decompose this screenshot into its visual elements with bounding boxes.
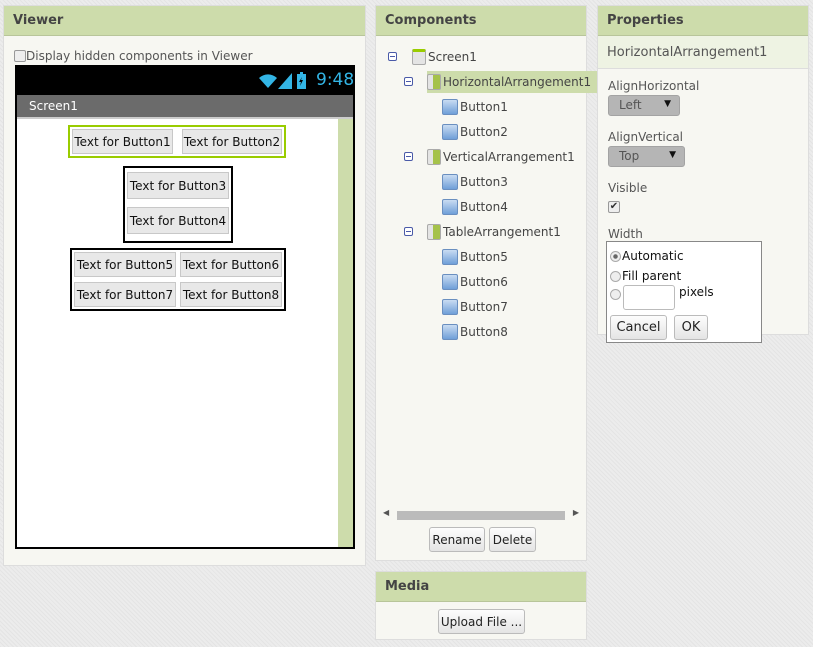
display-hidden-row: Display hidden components in Viewer	[14, 49, 253, 63]
tree-item[interactable]: Button3	[442, 171, 508, 193]
dropdown-arrow-icon: ▼	[664, 99, 671, 109]
align-vertical-value: Top	[619, 149, 640, 163]
screen-title: Screen1	[29, 99, 78, 113]
tree-item[interactable]: VerticalArrangement1	[427, 146, 575, 168]
components-panel: Components Screen1 HorizontalArrangement1…	[375, 5, 598, 561]
viewer-scrollbar[interactable]	[338, 119, 353, 547]
button5[interactable]: Text for Button5	[74, 252, 176, 277]
button2[interactable]: Text for Button2	[182, 129, 282, 154]
tree-item-label: TableArrangement1	[443, 225, 561, 239]
visible-checkbox[interactable]: ✔	[608, 201, 620, 213]
tree-item[interactable]: Button7	[442, 296, 508, 318]
align-horizontal-label: AlignHorizontal	[608, 79, 700, 93]
automatic-radio[interactable]	[610, 251, 621, 262]
width-popup: Automatic Fill parent pixels Cancel OK	[606, 241, 762, 343]
properties-header: Properties	[598, 6, 808, 36]
selected-component-name: HorizontalArrangement1	[598, 36, 808, 69]
fill-parent-option[interactable]: Fill parent	[610, 269, 681, 283]
visible-label: Visible	[608, 181, 648, 195]
tree-item[interactable]: Button8	[442, 321, 508, 343]
vertical-arrangement-icon	[427, 149, 441, 165]
status-bar: 9:48	[17, 67, 355, 95]
tree-item[interactable]: Button6	[442, 271, 508, 293]
viewer-header: Viewer	[4, 6, 365, 36]
horizontal-arrangement-icon	[427, 74, 441, 90]
tree-item[interactable]: Button4	[442, 196, 508, 218]
tree-item[interactable]: Button1	[442, 96, 508, 118]
tree-item[interactable]: Button5	[442, 246, 508, 268]
button-icon	[442, 199, 458, 215]
signal-icon	[278, 73, 292, 89]
align-horizontal-dropdown[interactable]: Left ▼	[608, 95, 680, 116]
components-header: Components	[376, 6, 586, 36]
tree-item-label: Button4	[460, 200, 508, 214]
screen-icon	[412, 49, 426, 65]
ok-button[interactable]: OK	[674, 315, 708, 340]
tree-scrollbar[interactable]: ◀ ▶	[383, 508, 579, 521]
status-time: 9:48	[316, 70, 355, 90]
tree-item-label: Button7	[460, 300, 508, 314]
media-panel: Media Upload File ...	[375, 571, 587, 640]
viewer-panel: Viewer Display hidden components in View…	[3, 5, 366, 566]
button4[interactable]: Text for Button4	[127, 207, 229, 234]
align-vertical-dropdown[interactable]: Top ▼	[608, 146, 685, 167]
phone-preview: 9:48 Screen1 Text for Button1 Text for B…	[15, 65, 355, 549]
screen-title-bar: Screen1	[17, 95, 353, 119]
fill-parent-label: Fill parent	[622, 269, 682, 283]
dropdown-arrow-icon: ▼	[669, 150, 676, 160]
button-icon	[442, 324, 458, 340]
rename-button[interactable]: Rename	[429, 527, 485, 552]
upload-file-button[interactable]: Upload File ...	[438, 609, 525, 634]
automatic-label: Automatic	[622, 249, 684, 263]
collapse-icon[interactable]	[404, 227, 413, 236]
button-icon	[442, 99, 458, 115]
tree-item[interactable]: HorizontalArrangement1	[427, 71, 598, 93]
scroll-thumb[interactable]	[397, 511, 565, 520]
wifi-icon	[259, 74, 277, 88]
scroll-left-icon[interactable]: ◀	[383, 508, 389, 517]
tree-item-label: Button8	[460, 325, 508, 339]
button3[interactable]: Text for Button3	[127, 172, 229, 199]
table-arrangement-icon	[427, 224, 441, 240]
button-icon	[442, 299, 458, 315]
tree-item-label: Button3	[460, 175, 508, 189]
button-icon	[442, 274, 458, 290]
automatic-option[interactable]: Automatic	[610, 249, 684, 263]
fill-parent-radio[interactable]	[610, 271, 621, 282]
collapse-icon[interactable]	[388, 52, 397, 61]
tree-item-label: Screen1	[428, 50, 477, 64]
button8[interactable]: Text for Button8	[180, 282, 282, 307]
tree-item-label: Button2	[460, 125, 508, 139]
tree-item[interactable]: TableArrangement1	[427, 221, 561, 243]
tree-item-label: Button6	[460, 275, 508, 289]
align-horizontal-value: Left	[619, 98, 642, 112]
button6[interactable]: Text for Button6	[180, 252, 282, 277]
pixels-input[interactable]	[623, 285, 675, 310]
button-icon	[442, 124, 458, 140]
cancel-button[interactable]: Cancel	[610, 315, 667, 340]
tree-item-label: Button1	[460, 100, 508, 114]
display-hidden-label: Display hidden components in Viewer	[26, 49, 253, 63]
align-vertical-label: AlignVertical	[608, 130, 684, 144]
width-label: Width	[608, 227, 643, 241]
media-header: Media	[376, 572, 586, 602]
button-icon	[442, 249, 458, 265]
display-hidden-checkbox[interactable]	[14, 50, 26, 62]
button7[interactable]: Text for Button7	[74, 282, 176, 307]
tree-item[interactable]: Button2	[442, 121, 508, 143]
button-icon	[442, 174, 458, 190]
delete-button[interactable]: Delete	[489, 527, 536, 552]
collapse-icon[interactable]	[404, 77, 413, 86]
tree-item-label: Button5	[460, 250, 508, 264]
pixels-label: pixels	[679, 285, 714, 299]
scroll-right-icon[interactable]: ▶	[573, 508, 579, 517]
collapse-icon[interactable]	[404, 152, 413, 161]
tree-item-label: HorizontalArrangement1	[443, 75, 592, 89]
button1[interactable]: Text for Button1	[72, 129, 173, 154]
pixels-radio[interactable]	[610, 289, 621, 300]
battery-icon	[297, 72, 306, 89]
tree-item-label: VerticalArrangement1	[443, 150, 575, 164]
tree-item[interactable]: Screen1	[412, 46, 477, 68]
